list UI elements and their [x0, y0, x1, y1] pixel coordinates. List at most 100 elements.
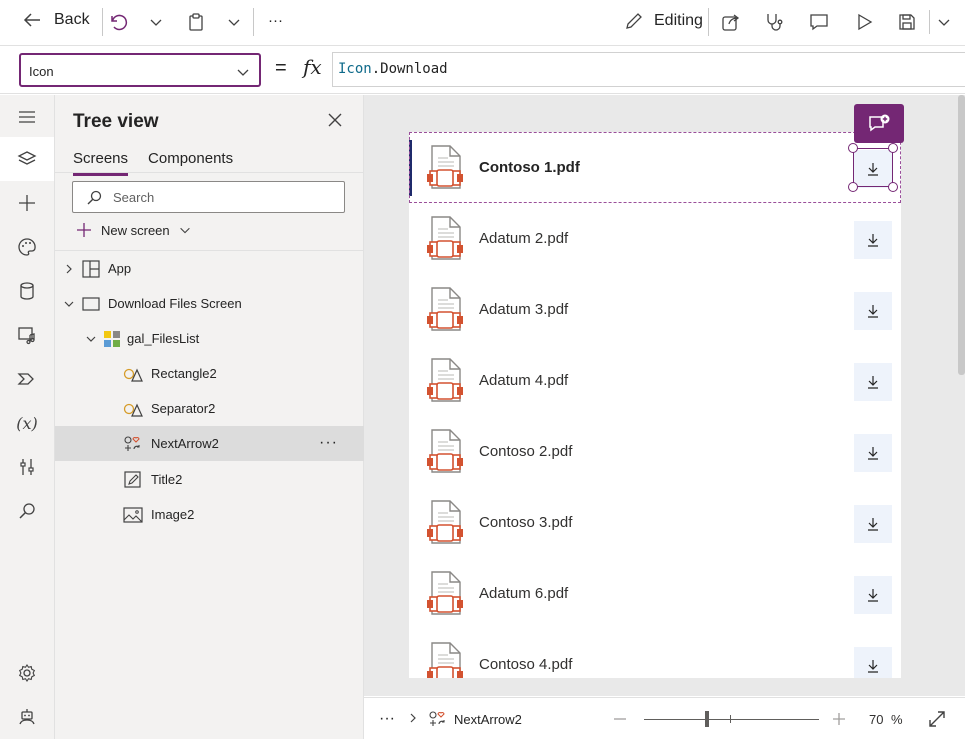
- app-icon: [82, 259, 100, 278]
- hamburger-button[interactable]: [0, 95, 54, 139]
- pdf-document-icon: [427, 429, 463, 473]
- save-icon: [899, 14, 915, 30]
- divider: [253, 8, 254, 36]
- zoom-value[interactable]: 70: [869, 712, 883, 727]
- file-name: Adatum 3.pdf: [479, 301, 569, 318]
- save-button[interactable]: [897, 12, 917, 32]
- resize-handle[interactable]: [888, 182, 898, 192]
- preview-button[interactable]: [854, 12, 874, 32]
- file-name: Contoso 4.pdf: [479, 656, 573, 673]
- tree-node-gallery[interactable]: gal_FilesList: [55, 321, 364, 356]
- download-button[interactable]: [854, 292, 892, 330]
- gallery-row[interactable]: Adatum 4.pdf: [409, 345, 901, 416]
- download-button[interactable]: [854, 576, 892, 614]
- rail-advanced-tools[interactable]: [0, 445, 54, 489]
- tree-node-more-button[interactable]: ···: [319, 434, 338, 452]
- zoom-out-button[interactable]: [613, 712, 627, 726]
- property-selector[interactable]: Icon: [19, 53, 261, 87]
- database-icon: [20, 282, 34, 300]
- selected-control-breadcrumb[interactable]: NextArrow2: [428, 710, 522, 728]
- image-icon: [123, 506, 143, 523]
- new-screen-label: New screen: [101, 222, 170, 238]
- gallery-row[interactable]: Contoso 2.pdf: [409, 416, 901, 487]
- left-rail: (x): [0, 95, 55, 739]
- chevron-down-icon: [86, 336, 96, 342]
- formula-input[interactable]: Icon.Download: [332, 52, 965, 87]
- download-button[interactable]: [854, 434, 892, 472]
- selected-indicator: [409, 140, 412, 196]
- flow-icon: [17, 373, 34, 385]
- tree-node-title[interactable]: Title2: [55, 462, 364, 497]
- download-button[interactable]: [854, 221, 892, 259]
- comment-icon: [810, 14, 828, 31]
- rail-tree-view[interactable]: [0, 137, 54, 181]
- paste-button[interactable]: [186, 12, 206, 32]
- pdf-document-icon: [427, 571, 463, 615]
- back-button[interactable]: Back: [22, 10, 90, 30]
- resize-handle[interactable]: [888, 143, 898, 153]
- undo-icon: [111, 14, 128, 31]
- selected-control-name: NextArrow2: [454, 711, 522, 727]
- equals-sign: =: [275, 57, 287, 79]
- share-button[interactable]: [721, 12, 741, 32]
- fit-to-window-button[interactable]: [928, 710, 946, 728]
- tree-node-app[interactable]: App: [55, 251, 364, 286]
- download-icon: [868, 234, 878, 247]
- app-checker-button[interactable]: [764, 12, 784, 32]
- rail-power-automate[interactable]: [0, 357, 54, 401]
- command-bar: Back ··· Editing: [0, 0, 965, 45]
- download-button[interactable]: [854, 647, 892, 678]
- gallery-row[interactable]: Adatum 2.pdf: [409, 203, 901, 274]
- gallery-row[interactable]: Contoso 3.pdf: [409, 487, 901, 558]
- divider: [708, 8, 709, 36]
- selection-handles[interactable]: [848, 143, 898, 192]
- gallery-row[interactable]: Contoso 4.pdf: [409, 629, 901, 678]
- zoom-in-button[interactable]: [832, 712, 846, 726]
- tree-node-rectangle[interactable]: Rectangle2: [55, 356, 364, 391]
- resize-handle[interactable]: [848, 182, 858, 192]
- rail-insert[interactable]: [0, 181, 54, 225]
- file-name: Adatum 4.pdf: [479, 372, 569, 389]
- add-comment-button[interactable]: [854, 104, 904, 143]
- tree-node-screen[interactable]: Download Files Screen: [55, 286, 364, 321]
- new-screen-button[interactable]: New screen: [75, 221, 192, 239]
- gallery-row[interactable]: Adatum 6.pdf: [409, 558, 901, 629]
- rail-settings[interactable]: [0, 651, 54, 695]
- undo-dropdown-button[interactable]: [148, 14, 164, 30]
- rail-search[interactable]: [0, 489, 54, 533]
- rail-media[interactable]: [0, 313, 54, 357]
- zoom-slider-thumb[interactable]: [705, 711, 709, 727]
- canvas-scrollbar[interactable]: [958, 95, 965, 375]
- formula-member: .Download: [371, 61, 448, 77]
- tree-node-label: gal_FilesList: [127, 331, 200, 346]
- status-bar: ··· NextArrow2 70 %: [364, 697, 965, 739]
- download-button[interactable]: [854, 363, 892, 401]
- zoom-slider[interactable]: [644, 719, 819, 720]
- tree-node-separator[interactable]: Separator2: [55, 391, 364, 426]
- tree-node-nextarrow[interactable]: NextArrow2 ···: [55, 426, 364, 461]
- rail-themes[interactable]: [0, 225, 54, 269]
- tree-node-image[interactable]: Image2: [55, 497, 364, 532]
- close-tree-button[interactable]: [326, 111, 344, 129]
- chevron-down-icon: [237, 69, 249, 76]
- rail-variables[interactable]: (x): [0, 401, 54, 445]
- save-dropdown-button[interactable]: [936, 14, 952, 30]
- gallery-row[interactable]: Contoso 1.pdf: [409, 132, 901, 203]
- resize-handle[interactable]: [848, 143, 858, 153]
- divider: [102, 8, 103, 36]
- files-gallery[interactable]: Contoso 1.pdf Adatum 2.pdf Adatum 3.pdf Ada…: [409, 132, 901, 678]
- undo-button[interactable]: [108, 12, 128, 32]
- rail-data[interactable]: [0, 269, 54, 313]
- editing-mode-button[interactable]: Editing: [624, 11, 703, 31]
- tree-search-input[interactable]: Search: [72, 181, 345, 213]
- gallery-row[interactable]: Adatum 3.pdf: [409, 274, 901, 345]
- rail-virtual-agent[interactable]: [0, 695, 54, 739]
- paste-dropdown-button[interactable]: [226, 14, 242, 30]
- design-canvas[interactable]: Contoso 1.pdf Adatum 2.pdf Adatum 3.pdf Ada…: [364, 95, 965, 696]
- download-button[interactable]: [854, 505, 892, 543]
- share-icon: [722, 14, 740, 31]
- status-more-button[interactable]: ···: [379, 710, 395, 728]
- comments-button[interactable]: [808, 12, 830, 32]
- zoom-slider-tick: [730, 715, 731, 723]
- more-commands-button[interactable]: ···: [268, 12, 283, 29]
